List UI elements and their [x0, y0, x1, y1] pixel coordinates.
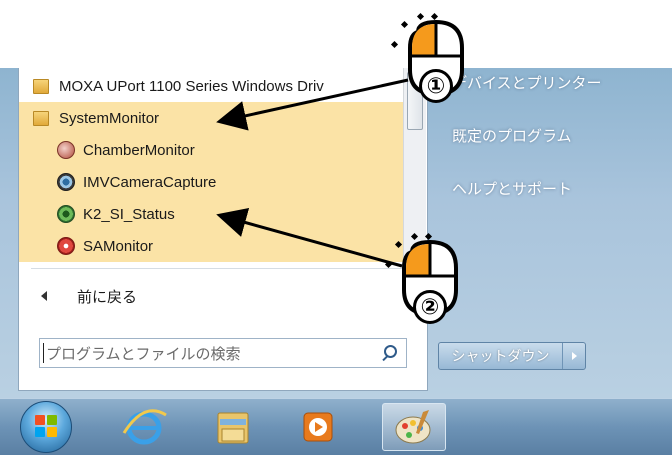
k2-status-icon	[57, 205, 75, 223]
media-player-button[interactable]	[290, 403, 346, 451]
program-item-label: MOXA UPort 1100 Series Windows Driv	[59, 77, 324, 95]
program-item-label: SAMonitor	[83, 237, 154, 255]
media-player-icon	[303, 412, 333, 442]
program-item-samonitor[interactable]: SAMonitor	[19, 230, 403, 262]
internet-explorer-button[interactable]	[116, 403, 172, 451]
shutdown-button[interactable]: シャットダウン	[438, 342, 586, 370]
search-icon[interactable]	[378, 341, 402, 365]
paint-button[interactable]	[382, 403, 446, 451]
chevron-right-icon	[571, 352, 577, 360]
taskbar	[0, 398, 672, 455]
paint-icon	[395, 410, 431, 444]
sa-monitor-icon	[57, 237, 75, 255]
shutdown-options-button[interactable]	[562, 343, 585, 369]
program-item-label: IMVCameraCapture	[83, 173, 217, 191]
text-caret	[43, 343, 44, 363]
file-explorer-button[interactable]	[206, 403, 262, 451]
start-menu-left-pane: MOXA UPort 1100 Series Windows Driv Syst…	[18, 68, 428, 391]
folder-icon	[33, 78, 49, 94]
back-button[interactable]: 前に戻る	[19, 280, 403, 312]
chamber-monitor-icon	[57, 141, 75, 159]
program-item-moxa-folder[interactable]: MOXA UPort 1100 Series Windows Driv	[19, 70, 403, 102]
folder-icon	[33, 110, 49, 126]
back-label: 前に戻る	[77, 288, 138, 306]
right-item-default-programs[interactable]: 既定のプログラム	[452, 125, 572, 146]
program-item-label: SystemMonitor	[59, 109, 160, 127]
search-placeholder: プログラムとファイルの検索	[46, 345, 241, 363]
program-item-chambermonitor[interactable]: ChamberMonitor	[19, 134, 403, 166]
shutdown-label: シャットダウン	[451, 348, 550, 364]
windows-logo-icon	[35, 415, 57, 437]
start-button[interactable]	[20, 401, 72, 453]
file-explorer-icon	[217, 412, 249, 444]
programs-list: MOXA UPort 1100 Series Windows Driv Syst…	[19, 68, 403, 264]
step-number-2: ②	[413, 290, 447, 324]
search-input[interactable]: プログラムとファイルの検索	[39, 338, 407, 368]
arrow-left-icon	[41, 291, 47, 301]
camera-capture-icon	[57, 173, 75, 191]
step-number-1: ①	[419, 69, 453, 103]
internet-explorer-icon	[122, 409, 167, 445]
divider	[31, 268, 411, 269]
right-item-help-support[interactable]: ヘルプとサポート	[452, 178, 572, 199]
program-item-k2-si-status[interactable]: K2_SI_Status	[19, 198, 403, 230]
program-item-label: K2_SI_Status	[83, 205, 175, 223]
program-item-label: ChamberMonitor	[83, 141, 195, 159]
program-item-imvcameracapture[interactable]: IMVCameraCapture	[19, 166, 403, 198]
program-item-systemmonitor-folder[interactable]: SystemMonitor	[19, 102, 403, 134]
